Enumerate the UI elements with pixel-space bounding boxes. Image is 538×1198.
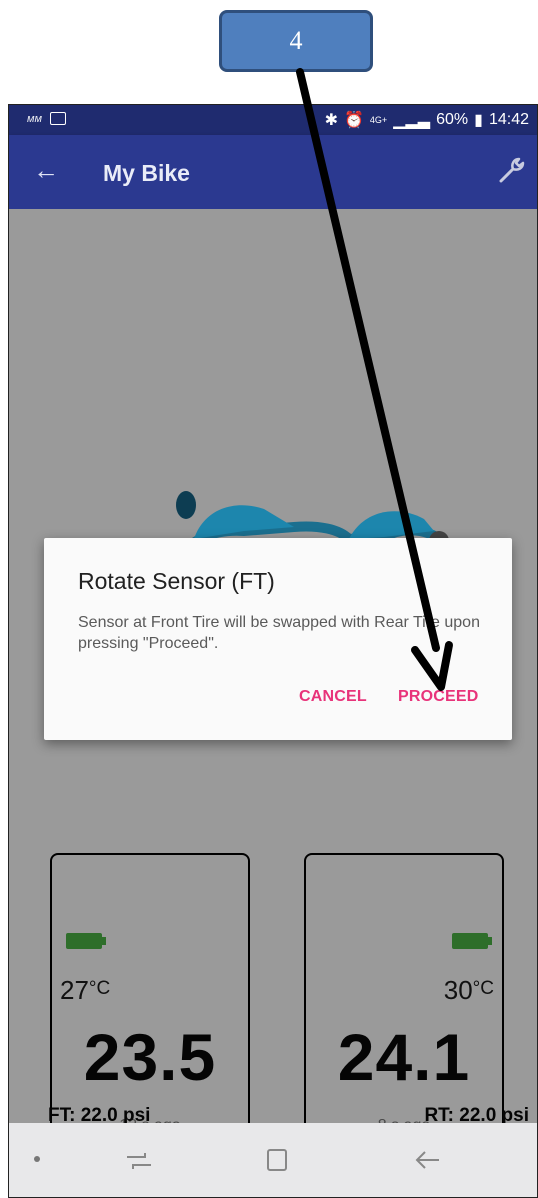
nav-dot-icon (34, 1156, 40, 1162)
dialog-title: Rotate Sensor (FT) (78, 568, 275, 594)
battery-full-icon (66, 933, 106, 949)
step-callout: 4 (219, 10, 373, 72)
battery-icon: ▮ (474, 112, 483, 129)
battery-full-icon (452, 933, 492, 949)
gallery-icon (50, 112, 67, 125)
bluetooth-icon: ✱ (324, 112, 338, 129)
wrench-icon[interactable] (497, 155, 527, 185)
notification-icon: ᴍᴍ (27, 112, 43, 125)
alarm-icon: ⏰ (344, 112, 364, 129)
front-tire-pressure: 23.5 (83, 1020, 217, 1094)
battery-percent: 60% (436, 111, 469, 128)
clock: 14:42 (488, 111, 529, 128)
home-icon[interactable] (259, 1143, 295, 1177)
page-title: My Bike (103, 160, 190, 186)
rear-tire-temp: 30°C (443, 975, 494, 1005)
proceed-button[interactable]: PROCEED (398, 688, 479, 706)
cancel-button[interactable]: CANCEL (299, 688, 367, 706)
app-bar: ← My Bike (9, 135, 537, 209)
back-icon[interactable] (409, 1143, 445, 1177)
status-bar: ᴍᴍ ✱ ⏰ 4G+ ▁▂▃ 60% ▮ 14:42 (9, 105, 537, 135)
step-number: 4 (289, 26, 303, 55)
front-tire-temp: 27°C (60, 975, 111, 1005)
rear-tire-pressure: 24.1 (337, 1020, 471, 1094)
arrow-left-icon[interactable]: ← (33, 157, 59, 183)
dialog-message: Sensor at Front Tire will be swapped wit… (78, 614, 480, 652)
rotate-sensor-dialog: Rotate Sensor (FT) Sensor at Front Tire … (44, 538, 512, 740)
system-nav-bar (9, 1123, 537, 1197)
signal-icon: ▁▂▃ (393, 112, 431, 129)
recents-icon[interactable] (121, 1143, 157, 1177)
network-type: 4G+ (369, 114, 388, 125)
phone-screen: ᴍᴍ ✱ ⏰ 4G+ ▁▂▃ 60% ▮ 14:42 ← My Bike 27°… (8, 104, 538, 1198)
